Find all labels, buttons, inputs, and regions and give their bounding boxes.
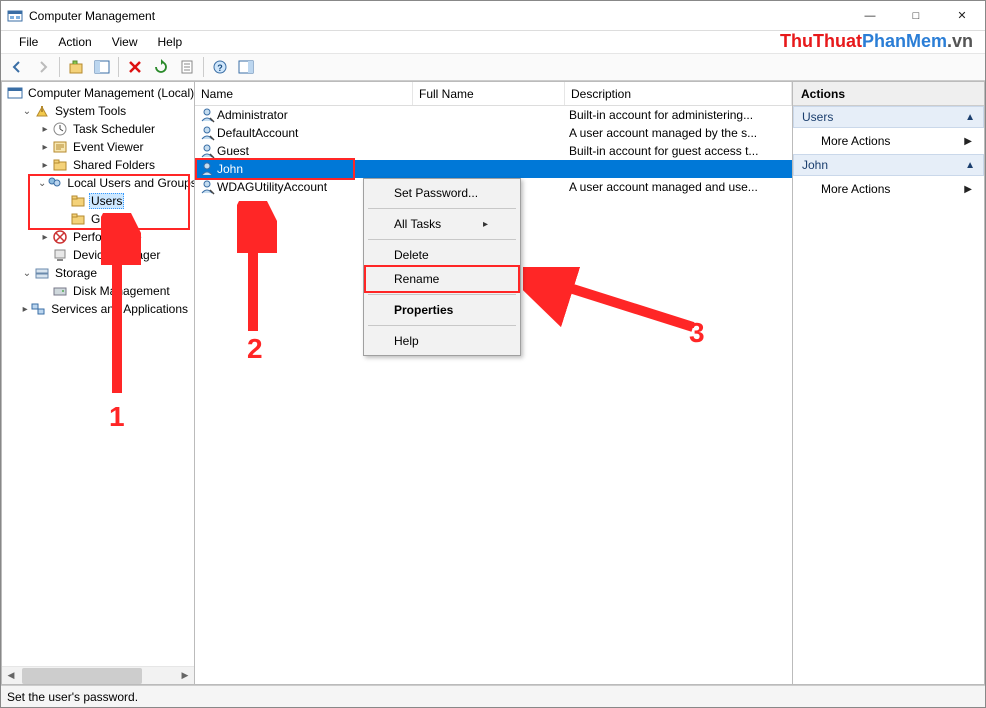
titlebar: Computer Management — □ ✕	[1, 1, 985, 31]
user-icon	[199, 107, 215, 123]
menu-action[interactable]: Action	[48, 33, 101, 51]
folder-icon	[70, 211, 86, 227]
tree-device-manager[interactable]: ▸ Device Manager	[2, 246, 194, 264]
status-bar: Set the user's password.	[1, 685, 985, 707]
user-icon	[199, 125, 215, 141]
menu-view[interactable]: View	[102, 33, 148, 51]
menubar: File Action View Help ThuThuatPhanMem.vn	[1, 31, 985, 53]
expander-icon[interactable]: ▸	[38, 160, 52, 171]
tree-performance[interactable]: ▸ Performance	[2, 228, 194, 246]
tree-storage[interactable]: ⌄ Storage	[2, 264, 194, 282]
folder-icon	[70, 193, 86, 209]
ctx-help[interactable]: Help	[366, 329, 518, 353]
actions-header: Actions	[793, 82, 984, 106]
show-hide-tree-button[interactable]	[90, 56, 114, 78]
scroll-left-icon[interactable]: ◀	[2, 668, 20, 684]
expander-icon[interactable]: ⌄	[20, 106, 34, 117]
delete-button[interactable]	[123, 56, 147, 78]
help-button[interactable]: ?	[208, 56, 232, 78]
column-fullname[interactable]: Full Name	[413, 82, 565, 105]
expander-icon[interactable]: ⌄	[38, 178, 46, 189]
user-icon	[199, 143, 215, 159]
watermark: ThuThuatPhanMem.vn	[780, 31, 973, 52]
tree[interactable]: ▸ Computer Management (Local) ⌄ System T…	[2, 82, 194, 320]
list-header: Name Full Name Description	[195, 82, 792, 106]
expander-icon[interactable]: ▸	[38, 232, 52, 243]
chevron-right-icon: ▶	[964, 184, 972, 195]
show-hide-action-button[interactable]	[234, 56, 258, 78]
export-list-button[interactable]	[175, 56, 199, 78]
tree-local-users-groups[interactable]: ⌄ Local Users and Groups	[2, 174, 194, 192]
expander-icon[interactable]: ▸	[38, 142, 52, 153]
back-button[interactable]	[5, 56, 29, 78]
tree-users[interactable]: ▸ Users	[2, 192, 194, 210]
tree-system-tools[interactable]: ⌄ System Tools	[2, 102, 194, 120]
user-icon	[199, 161, 215, 177]
tree-groups[interactable]: ▸ Groups	[2, 210, 194, 228]
menu-help[interactable]: Help	[148, 33, 193, 51]
actions-section-users[interactable]: Users ▲	[793, 106, 984, 128]
actions-more-john[interactable]: More Actions ▶	[793, 176, 984, 202]
context-menu: Set Password... All Tasks Delete Rename …	[363, 178, 521, 356]
expander-icon[interactable]: ▸	[20, 304, 30, 315]
list-row-defaultaccount[interactable]: DefaultAccount A user account managed by…	[195, 124, 792, 142]
expander-icon[interactable]: ⌄	[20, 268, 34, 279]
minimize-button[interactable]: —	[847, 1, 893, 31]
actions-section-john[interactable]: John ▲	[793, 154, 984, 176]
tree-event-viewer[interactable]: ▸ Event Viewer	[2, 138, 194, 156]
list-row-john[interactable]: John	[195, 160, 792, 178]
ctx-delete[interactable]: Delete	[366, 243, 518, 267]
annotation-number-3: 3	[689, 317, 705, 349]
tree-shared-folders[interactable]: ▸ Shared Folders	[2, 156, 194, 174]
chevron-right-icon: ▶	[964, 136, 972, 147]
list-body[interactable]: Administrator Built-in account for admin…	[195, 106, 792, 684]
window-title: Computer Management	[29, 9, 155, 23]
tree-task-scheduler[interactable]: ▸ Task Scheduler	[2, 120, 194, 138]
nav-pane: ▸ Computer Management (Local) ⌄ System T…	[2, 82, 194, 684]
column-name[interactable]: Name	[195, 82, 413, 105]
toolbar: ?	[1, 53, 985, 81]
tree-disk-management[interactable]: ▸ Disk Management	[2, 282, 194, 300]
app-icon	[7, 8, 23, 24]
workspace: ▸ Computer Management (Local) ⌄ System T…	[1, 81, 985, 685]
menu-file[interactable]: File	[9, 33, 48, 51]
tree-services-apps[interactable]: ▸ Services and Applications	[2, 300, 194, 318]
forward-button[interactable]	[31, 56, 55, 78]
svg-text:?: ?	[217, 63, 223, 73]
ctx-properties[interactable]: Properties	[366, 298, 518, 322]
collapse-icon: ▲	[965, 112, 975, 123]
list-pane: Name Full Name Description Administrator…	[194, 82, 792, 684]
tree-root[interactable]: ▸ Computer Management (Local)	[2, 84, 194, 102]
actions-more-users[interactable]: More Actions ▶	[793, 128, 984, 154]
close-button[interactable]: ✕	[939, 1, 985, 31]
user-icon	[199, 179, 215, 195]
annotation-number-2: 2	[247, 333, 263, 365]
up-button[interactable]	[64, 56, 88, 78]
list-row-administrator[interactable]: Administrator Built-in account for admin…	[195, 106, 792, 124]
actions-pane: Actions Users ▲ More Actions ▶ John ▲ Mo…	[792, 82, 984, 684]
list-row-guest[interactable]: Guest Built-in account for guest access …	[195, 142, 792, 160]
maximize-button[interactable]: □	[893, 1, 939, 31]
expander-icon[interactable]: ▸	[38, 124, 52, 135]
column-description[interactable]: Description	[565, 82, 792, 105]
ctx-rename[interactable]: Rename	[366, 267, 518, 291]
tree-scrollbar[interactable]: ◀ ▶	[2, 666, 194, 684]
scroll-right-icon[interactable]: ▶	[176, 668, 194, 684]
annotation-number-1: 1	[109, 401, 125, 433]
refresh-button[interactable]	[149, 56, 173, 78]
status-text: Set the user's password.	[7, 690, 138, 704]
ctx-set-password[interactable]: Set Password...	[366, 181, 518, 205]
ctx-all-tasks[interactable]: All Tasks	[366, 212, 518, 236]
collapse-icon: ▲	[965, 160, 975, 171]
